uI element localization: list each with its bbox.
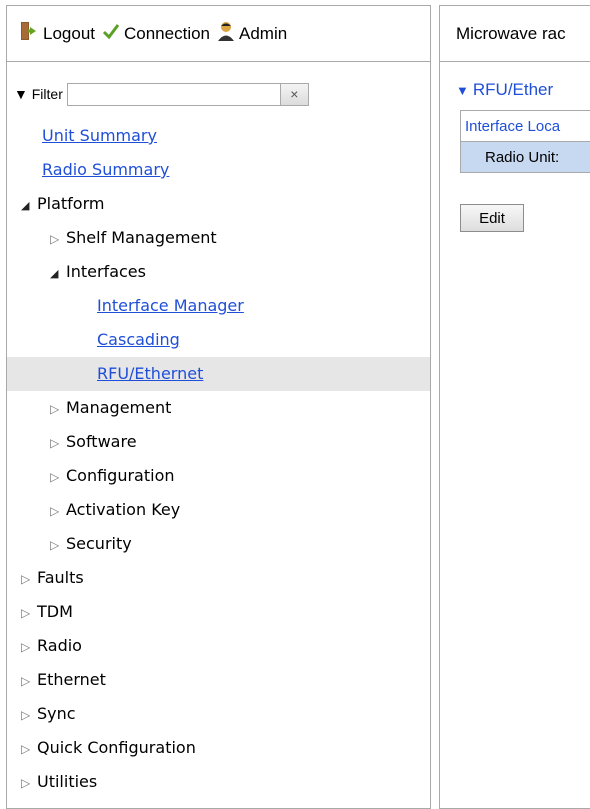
rfu-ethernet-link[interactable]: RFU/Ethernet: [97, 364, 203, 383]
nav-tree: Unit Summary Radio Summary ◢ Platform ▷ Sh…: [7, 119, 430, 799]
clear-filter-button[interactable]: ×: [280, 82, 309, 106]
logout-button[interactable]: Logout: [19, 21, 95, 46]
connection-label: Connection: [124, 23, 211, 43]
interface-manager-link[interactable]: Interface Manager: [97, 296, 244, 315]
collapsed-arrow-icon[interactable]: ▷: [21, 596, 37, 630]
page-title: Microwave rac: [440, 6, 590, 62]
tree-item-security[interactable]: ▷ Security: [7, 527, 430, 561]
tree-item-radio-summary[interactable]: Radio Summary: [7, 153, 430, 187]
security-label: Security: [66, 534, 132, 553]
collapsed-arrow-icon[interactable]: ▷: [50, 528, 66, 562]
sync-label: Sync: [37, 704, 76, 723]
user-icon: [217, 21, 235, 46]
tdm-label: TDM: [37, 602, 73, 621]
tree-item-interfaces[interactable]: ◢ Interfaces: [7, 255, 430, 289]
expanded-arrow-icon[interactable]: ◢: [50, 257, 66, 291]
tree-item-software[interactable]: ▷ Software: [7, 425, 430, 459]
activation-key-label: Activation Key: [66, 500, 181, 519]
tree-item-unit-summary[interactable]: Unit Summary: [7, 119, 430, 153]
cascading-link[interactable]: Cascading: [97, 330, 180, 349]
navigation-panel: Logout Connection Admin ▼ Filter × Unit …: [6, 5, 431, 809]
admin-button[interactable]: Admin: [217, 21, 287, 46]
interface-table: Interface Loca Radio Unit:: [460, 110, 590, 173]
tree-item-quick-configuration[interactable]: ▷ Quick Configuration: [7, 731, 430, 765]
close-icon: ×: [290, 86, 299, 102]
connection-button[interactable]: Connection: [102, 22, 210, 45]
table-row[interactable]: Radio Unit:: [460, 141, 590, 173]
collapsed-arrow-icon[interactable]: ▷: [21, 664, 37, 698]
logout-label: Logout: [43, 23, 95, 43]
collapsed-arrow-icon[interactable]: ▷: [50, 460, 66, 494]
filter-bar: ▼ Filter ×: [7, 79, 430, 109]
configuration-label: Configuration: [66, 466, 175, 485]
radio-label: Radio: [37, 636, 82, 655]
unit-summary-link[interactable]: Unit Summary: [42, 126, 157, 145]
tree-item-radio[interactable]: ▷ Radio: [7, 629, 430, 663]
shelf-management-label: Shelf Management: [66, 228, 217, 247]
main-content-panel: Microwave rac ▼ RFU/Ether Interface Loca …: [439, 5, 590, 809]
utilities-label: Utilities: [37, 772, 98, 791]
checkmark-icon: [102, 22, 120, 45]
edit-button[interactable]: Edit: [460, 204, 524, 232]
logout-icon: [19, 21, 39, 46]
interfaces-label: Interfaces: [66, 262, 146, 281]
toolbar: Logout Connection Admin: [7, 6, 430, 62]
quick-configuration-label: Quick Configuration: [37, 738, 196, 757]
tree-item-cascading[interactable]: Cascading: [7, 323, 430, 357]
tree-item-management[interactable]: ▷ Management: [7, 391, 430, 425]
collapsed-arrow-icon[interactable]: ▷: [50, 392, 66, 426]
tree-item-interface-manager[interactable]: Interface Manager: [7, 289, 430, 323]
tree-item-configuration[interactable]: ▷ Configuration: [7, 459, 430, 493]
faults-label: Faults: [37, 568, 84, 587]
software-label: Software: [66, 432, 137, 451]
collapsed-arrow-icon[interactable]: ▷: [21, 732, 37, 766]
expanded-arrow-icon[interactable]: ◢: [21, 189, 37, 223]
section-header-rfu-ethernet[interactable]: ▼ RFU/Ether: [456, 80, 553, 100]
tree-item-utilities[interactable]: ▷ Utilities: [7, 765, 430, 799]
filter-toggle[interactable]: ▼ Filter: [14, 86, 63, 102]
collapsed-arrow-icon[interactable]: ▷: [21, 562, 37, 596]
collapsed-arrow-icon[interactable]: ▷: [50, 426, 66, 460]
tree-item-sync[interactable]: ▷ Sync: [7, 697, 430, 731]
collapsed-arrow-icon[interactable]: ▷: [50, 222, 66, 256]
radio-summary-link[interactable]: Radio Summary: [42, 160, 169, 179]
tree-item-faults[interactable]: ▷ Faults: [7, 561, 430, 595]
filter-label: Filter: [31, 86, 63, 102]
tree-item-ethernet[interactable]: ▷ Ethernet: [7, 663, 430, 697]
admin-label: Admin: [239, 23, 288, 43]
ethernet-label: Ethernet: [37, 670, 106, 689]
collapsed-arrow-icon[interactable]: ▷: [21, 766, 37, 800]
management-label: Management: [66, 398, 172, 417]
expanded-triangle-icon: ▼: [456, 83, 469, 98]
platform-label: Platform: [37, 194, 105, 213]
table-header-interface-location[interactable]: Interface Loca: [460, 110, 590, 142]
collapsed-arrow-icon[interactable]: ▷: [50, 494, 66, 528]
collapsed-arrow-icon[interactable]: ▷: [21, 698, 37, 732]
tree-item-activation-key[interactable]: ▷ Activation Key: [7, 493, 430, 527]
tree-item-rfu-ethernet[interactable]: RFU/Ethernet: [7, 357, 430, 391]
filter-input[interactable]: [66, 82, 281, 106]
tree-item-tdm[interactable]: ▷ TDM: [7, 595, 430, 629]
tree-item-platform[interactable]: ◢ Platform: [7, 187, 430, 221]
tree-item-shelf-management[interactable]: ▷ Shelf Management: [7, 221, 430, 255]
section-title: RFU/Ether: [472, 80, 554, 99]
collapsed-arrow-icon[interactable]: ▷: [21, 630, 37, 664]
